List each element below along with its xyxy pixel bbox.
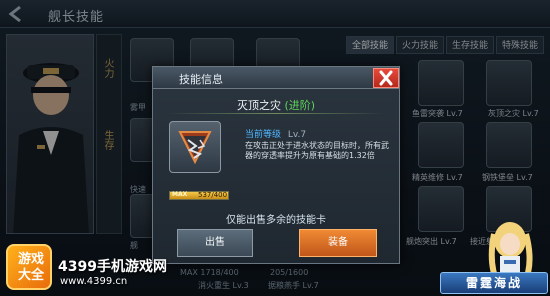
- site-logo: 游戏 大全: [6, 244, 52, 290]
- dialog-header: 技能信息: [153, 67, 399, 89]
- close-button[interactable]: [373, 68, 399, 88]
- sell-hint: 仅能出售多余的技能卡: [226, 215, 326, 226]
- skill-name-row: 灭顶之灾 (进阶): [153, 97, 399, 113]
- site-url: www.4399.cn: [60, 276, 128, 287]
- sell-button[interactable]: 出售: [177, 229, 253, 257]
- skill-advanced-tag: (进阶): [284, 99, 316, 112]
- site-logo-line: 游戏: [17, 252, 44, 267]
- skill-info-dialog: 技能信息 灭顶之灾 (进阶) MAX 537/400 当前等级 Lv.7 在攻击…: [152, 66, 400, 264]
- site-name: 4399手机游戏网: [58, 259, 167, 275]
- level-row: 当前等级 Lv.7: [245, 127, 306, 140]
- level-label: 当前等级: [245, 130, 282, 140]
- close-icon: [379, 70, 393, 86]
- skill-card-icon: [169, 121, 221, 173]
- skill-card-progress: MAX 537/400: [169, 191, 229, 200]
- progress-max-label: MAX: [172, 191, 188, 198]
- dialog-title: 技能信息: [179, 73, 223, 86]
- header-divider: [167, 113, 385, 114]
- level-value: Lv.7: [287, 130, 307, 140]
- game-logo: 雷霆海战: [440, 272, 548, 294]
- skill-description: 在攻击正处于进水状态的目标时，所有武器的穿透率提升为原有基础的1.32倍: [245, 141, 389, 160]
- skill-name: 灭顶之灾: [236, 99, 281, 112]
- site-logo-line: 大全: [17, 268, 44, 283]
- shattered-shield-icon: [178, 131, 212, 165]
- equip-button[interactable]: 装备: [299, 229, 377, 257]
- progress-value: 537/400: [198, 191, 228, 199]
